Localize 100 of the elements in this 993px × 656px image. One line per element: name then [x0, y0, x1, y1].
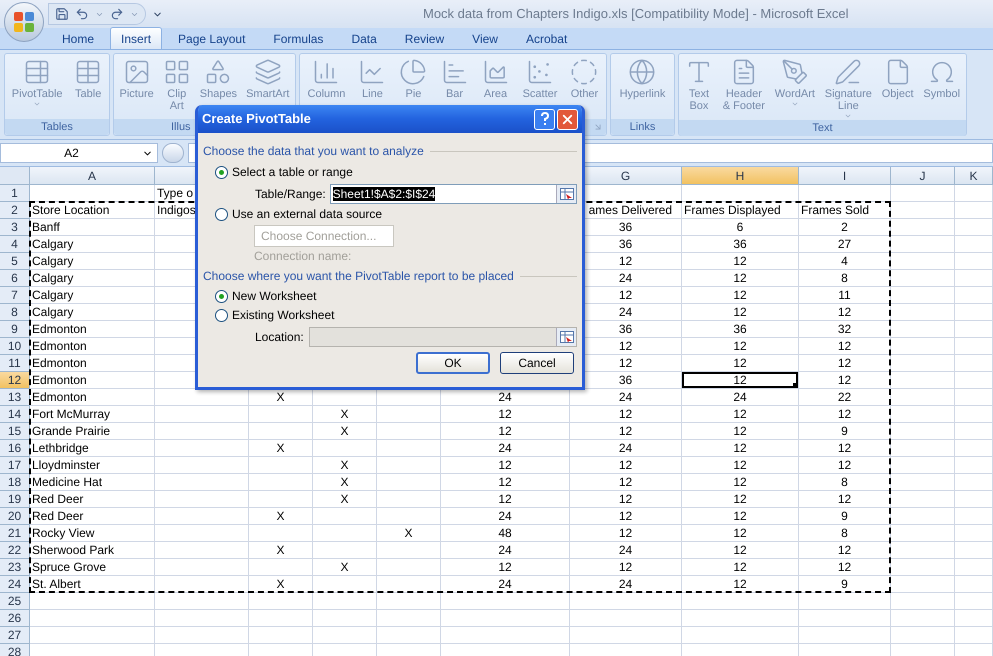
table-cell: 48	[441, 525, 570, 542]
table-cell: 12	[682, 304, 799, 321]
table-cell: 27	[799, 236, 891, 253]
connection-name-label: Connection name:	[254, 249, 352, 264]
table-cell: Edmonton	[30, 372, 155, 389]
table-cell: 12	[570, 406, 682, 423]
table-cell: 12	[682, 559, 799, 576]
table-cell: 12	[682, 457, 799, 474]
table-cell: 32	[799, 321, 891, 338]
table-cell: 8	[799, 270, 891, 287]
table-cell: 24	[570, 440, 682, 457]
table-cell: 12	[682, 542, 799, 559]
table-cell: 12	[441, 559, 570, 576]
table-cell: 12	[570, 457, 682, 474]
table-cell: X	[313, 491, 377, 508]
table-cell: 12	[799, 304, 891, 321]
table-cell: X	[377, 525, 441, 542]
table-cell: Edmonton	[30, 355, 155, 372]
radio-label: New Worksheet	[232, 289, 316, 304]
table-cell: 12	[682, 406, 799, 423]
table-cell: 12	[799, 372, 891, 389]
table-cell: Calgary	[30, 236, 155, 253]
table-cell: X	[313, 474, 377, 491]
table-cell: 12	[799, 457, 891, 474]
table-cell: X	[313, 406, 377, 423]
table-cell: 12	[570, 423, 682, 440]
field-label: Table/Range:	[255, 186, 327, 202]
table-cell: Red Deer	[30, 491, 155, 508]
table-cell: 12	[570, 559, 682, 576]
table-cell: Frames Displayed	[682, 202, 799, 219]
table-cell: 12	[441, 457, 570, 474]
table-cell: 2	[799, 219, 891, 236]
table-cell: 12	[441, 423, 570, 440]
table-cell: 36	[682, 236, 799, 253]
table-cell: 12	[570, 491, 682, 508]
table-cell: 9	[799, 423, 891, 440]
table-cell: Red Deer	[30, 508, 155, 525]
table-cell: 12	[682, 576, 799, 593]
table-cell: X	[249, 508, 313, 525]
table-cell: X	[313, 559, 377, 576]
table-cell: 12	[682, 355, 799, 372]
group-label: Illus	[171, 120, 191, 135]
table-cell: Lethbridge	[30, 440, 155, 457]
group-label: Tables	[41, 120, 73, 135]
table-cell: 24	[570, 576, 682, 593]
table-cell: Lloydminster	[30, 457, 155, 474]
table-cell: 12	[441, 491, 570, 508]
table-cell: 12	[682, 270, 799, 287]
table-cell: 12	[682, 491, 799, 508]
group-label: Links	[630, 120, 656, 135]
table-cell: Calgary	[30, 253, 155, 270]
window-title: Mock data from Chapters Indigo.xls [Compatibility Mode] - Microsoft Excel	[423, 5, 849, 24]
table-cell: X	[249, 542, 313, 559]
field-label: Location:	[255, 330, 305, 344]
table-cell: 12	[570, 525, 682, 542]
table-cell: 8	[799, 525, 891, 542]
table-cell: 12	[682, 287, 799, 304]
table-cell: 36	[682, 321, 799, 338]
table-cell: 12	[441, 474, 570, 491]
table-cell: 24	[682, 389, 799, 406]
table-cell: 12	[570, 474, 682, 491]
table-cell: Store Location	[30, 202, 155, 219]
table-cell: 6	[682, 219, 799, 236]
table-cell: X	[249, 440, 313, 457]
table-cell: Edmonton	[30, 389, 155, 406]
table-cell: 11	[799, 287, 891, 304]
table-cell: Sherwood Park	[30, 542, 155, 559]
table-cell: X	[313, 423, 377, 440]
table-cell: 12	[799, 338, 891, 355]
table-cell: 12	[799, 440, 891, 457]
table-cell: 12	[441, 406, 570, 423]
table-cell: 24	[570, 542, 682, 559]
table-cell: St. Albert	[30, 576, 155, 593]
table-cell: Calgary	[30, 304, 155, 321]
table-cell: 12	[682, 440, 799, 457]
table-cell: 12	[799, 406, 891, 423]
table-cell: Grande Prairie	[30, 423, 155, 440]
group-label: Text	[812, 120, 833, 136]
radio-label: Existing Worksheet	[232, 308, 334, 323]
table-cell: Calgary	[30, 270, 155, 287]
table-cell: 24	[441, 440, 570, 457]
table-cell: 12	[799, 491, 891, 508]
table-cell: 12	[682, 372, 799, 389]
table-cell: 9	[799, 576, 891, 593]
radio-label: Select a table or range	[232, 165, 353, 180]
table-cell: 12	[682, 525, 799, 542]
table-cell: 12	[682, 508, 799, 525]
table-cell: 12	[799, 355, 891, 372]
table-cell: 12	[682, 253, 799, 270]
table-cell: 22	[799, 389, 891, 406]
table-cell: 24	[441, 576, 570, 593]
table-cell: 12	[682, 338, 799, 355]
table-cell: 4	[799, 253, 891, 270]
table-cell: X	[249, 576, 313, 593]
table-cell: 12	[570, 508, 682, 525]
table-cell: 12	[682, 423, 799, 440]
table-cell: Edmonton	[30, 338, 155, 355]
table-cell: 12	[799, 559, 891, 576]
dialog-title: Create PivotTable	[202, 110, 312, 128]
table-cell: 24	[441, 542, 570, 559]
